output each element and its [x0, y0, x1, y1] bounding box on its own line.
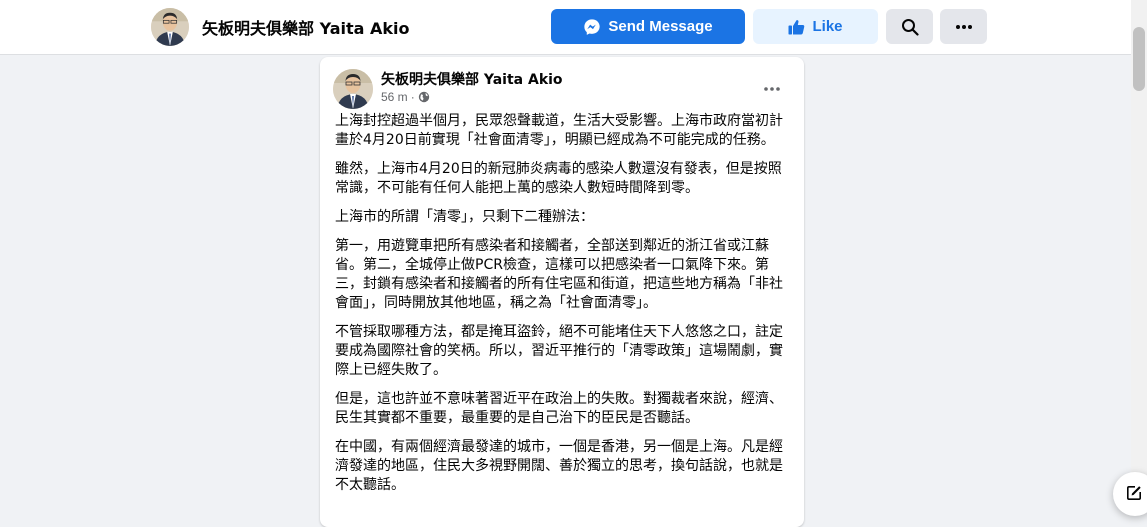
avatar-photo	[333, 69, 373, 109]
new-message-icon	[1113, 472, 1143, 502]
more-options-button[interactable]	[940, 9, 987, 44]
meta-separator: ·	[410, 90, 415, 104]
page-header: 矢板明夫俱樂部 Yaita Akio Send Message Like	[0, 0, 1131, 55]
search-button[interactable]	[886, 9, 933, 44]
post-meta: 56 m ·	[381, 90, 430, 104]
post-body: 上海封控超過半個月，民眾怨聲載道，生活大受影響。上海市政府當初計畫於4月20日前…	[335, 112, 787, 505]
post-paragraph: 不管採取哪種方法，都是掩耳盜鈴，絕不可能堵住天下人悠悠之口，註定要成為國際社會的…	[335, 324, 783, 378]
avatar-photo	[151, 8, 189, 46]
more-dots-icon	[764, 76, 780, 95]
page-title[interactable]: 矢板明夫俱樂部 Yaita Akio	[202, 15, 410, 39]
post-paragraph: 上海市的所謂「清零」，只剩下二種辦法：	[335, 209, 594, 225]
globe-icon	[418, 91, 430, 103]
like-label: Like	[812, 18, 843, 35]
search-icon	[901, 18, 919, 36]
scrollbar-thumb[interactable]	[1133, 27, 1145, 91]
post-paragraph: 雖然，上海市4月20日的新冠肺炎病毒的感染人數還沒有發表，但是按照常識，不可能有…	[335, 161, 782, 196]
messenger-icon	[583, 18, 601, 36]
post-paragraph: 在中國，有兩個經濟最發達的城市，一個是香港，另一個是上海。凡是經濟發達的地區，住…	[335, 439, 783, 493]
post-author-name[interactable]: 矢板明夫俱樂部 Yaita Akio	[381, 69, 563, 89]
post-card: 矢板明夫俱樂部 Yaita Akio 56 m · 上海封控超過半個月，民眾怨聲…	[320, 57, 804, 527]
send-message-button[interactable]: Send Message	[551, 9, 745, 44]
post-timestamp[interactable]: 56 m	[381, 90, 408, 104]
page-avatar[interactable]	[151, 8, 189, 46]
post-paragraph: 上海封控超過半個月，民眾怨聲載道，生活大受影響。上海市政府當初計畫於4月20日前…	[335, 113, 783, 148]
post-paragraph: 第一，用遊覽車把所有感染者和接觸者，全部送到鄰近的浙江省或江蘇省。第二，全城停止…	[335, 238, 783, 311]
send-message-label: Send Message	[608, 18, 713, 35]
thumbs-up-icon	[788, 19, 805, 35]
post-options-button[interactable]	[755, 71, 789, 99]
post-author-avatar[interactable]	[333, 69, 373, 109]
new-message-button[interactable]	[1113, 472, 1147, 516]
post-paragraph: 但是，這也許並不意味著習近平在政治上的失敗。對獨裁者來說，經濟、民生其實都不重要…	[335, 391, 783, 426]
like-page-button[interactable]: Like	[753, 9, 878, 44]
more-dots-icon	[955, 24, 973, 30]
